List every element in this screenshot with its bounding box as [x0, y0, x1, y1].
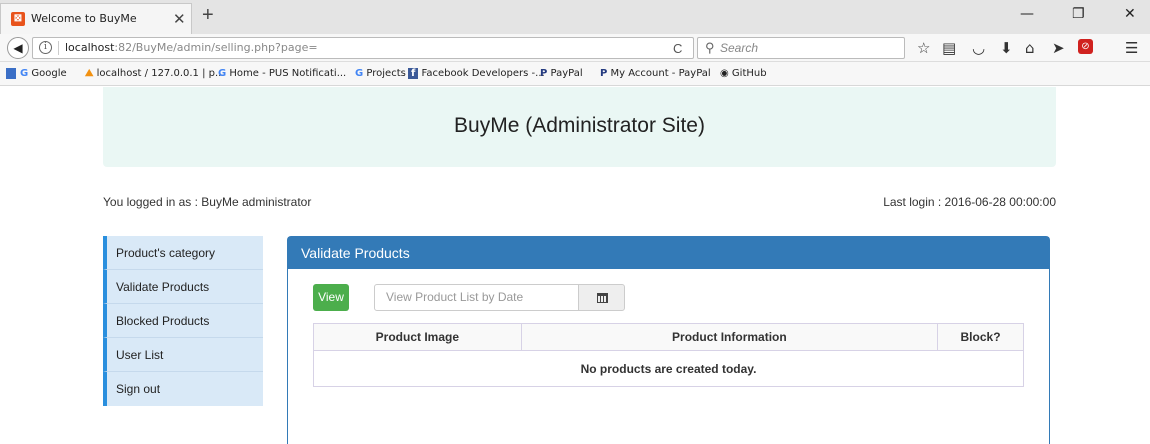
bookmarks-bar: G Google ⛰ localhost / 127.0.0.1 | p... … [0, 62, 1150, 86]
maximize-icon[interactable]: ❐ [1072, 6, 1085, 22]
bookmark-github[interactable]: ◉ GitHub [720, 68, 767, 79]
page-title: BuyMe (Administrator Site) [454, 114, 705, 137]
tab-close-icon[interactable]: ✕ [173, 10, 186, 28]
sidebar-item-validate-products[interactable]: Validate Products [103, 270, 263, 304]
bookmark-paypal-account[interactable]: P My Account - PayPal [600, 68, 711, 79]
back-arrow-icon[interactable]: ◀ [7, 37, 29, 59]
menu-icon[interactable]: ☰ [1125, 39, 1138, 57]
bookmark-projects[interactable]: G Projects [355, 68, 406, 79]
sidebar-item-blocked-products[interactable]: Blocked Products [103, 304, 263, 338]
table-row: No products are created today. [313, 350, 1024, 387]
date-input[interactable]: View Product List by Date [374, 284, 579, 311]
reading-list-icon[interactable]: ▤ [942, 39, 956, 57]
bookmark-star-icon[interactable]: ☆ [917, 39, 930, 57]
browser-tab[interactable]: ⊠ Welcome to BuyMe ✕ [0, 3, 192, 34]
bookmark-pus[interactable]: G Home - PUS Notificati... [218, 68, 346, 79]
extension-icon[interactable]: ⊘ [1078, 39, 1093, 54]
panel-heading: Validate Products [288, 237, 1049, 269]
validate-products-panel: Validate Products View View Product List… [287, 236, 1050, 444]
new-tab-icon[interactable]: + [202, 3, 214, 27]
sidebar-item-product-category[interactable]: Product's category [103, 236, 263, 270]
send-icon[interactable]: ➤ [1052, 39, 1065, 57]
column-header: Product Image [313, 323, 522, 351]
search-icon: ⚲ [705, 40, 715, 55]
bookmark-phpmyadmin[interactable]: ⛰ localhost / 127.0.0.1 | p... [85, 68, 225, 79]
sidebar-item-sign-out[interactable]: Sign out [103, 372, 263, 406]
url-separator [58, 41, 59, 55]
bookmark-paypal[interactable]: P PayPal [540, 68, 583, 79]
view-button[interactable]: View [313, 284, 349, 311]
sidebar-nav: Product's category Validate Products Blo… [103, 236, 263, 406]
search-bar[interactable]: ⚲ Search [697, 37, 905, 59]
column-header: Product Information [520, 323, 939, 351]
sidebar-item-user-list[interactable]: User List [103, 338, 263, 372]
url-text: localhost:82/BuyMe/admin/selling.php?pag… [65, 41, 318, 54]
site-favicon-icon: ⊠ [11, 12, 25, 26]
last-login: Last login : 2016-06-28 00:00:00 [883, 195, 1056, 209]
site-header: BuyMe (Administrator Site) [103, 87, 1056, 167]
column-header: Block? [937, 323, 1024, 351]
calendar-icon [597, 293, 608, 303]
bookmark-facebook[interactable]: f Facebook Developers -... [408, 68, 545, 79]
download-icon[interactable]: ⬇ [1000, 39, 1013, 57]
search-input[interactable]: Search [720, 41, 758, 55]
minimize-icon[interactable]: — [1020, 6, 1034, 22]
info-icon[interactable]: i [39, 41, 52, 54]
home-icon[interactable]: ⌂ [1025, 39, 1035, 57]
bookmarks-menu-icon[interactable] [6, 68, 16, 79]
address-bar[interactable]: i localhost:82/BuyMe/admin/selling.php?p… [32, 37, 694, 59]
window-close-icon[interactable]: ✕ [1124, 6, 1136, 22]
browser-tab-bar: ⊠ Welcome to BuyMe ✕ + — ❐ ✕ [0, 0, 1150, 34]
products-table: Product Image Product Information Block?… [313, 323, 1024, 387]
empty-message: No products are created today. [313, 350, 1024, 387]
pocket-icon[interactable]: ◡ [972, 39, 985, 57]
reload-icon[interactable]: C [673, 41, 682, 56]
calendar-button[interactable] [578, 284, 625, 311]
bookmark-google[interactable]: G Google [20, 68, 67, 79]
logged-in-user: You logged in as : BuyMe administrator [103, 195, 312, 209]
tab-title: Welcome to BuyMe [31, 12, 137, 25]
